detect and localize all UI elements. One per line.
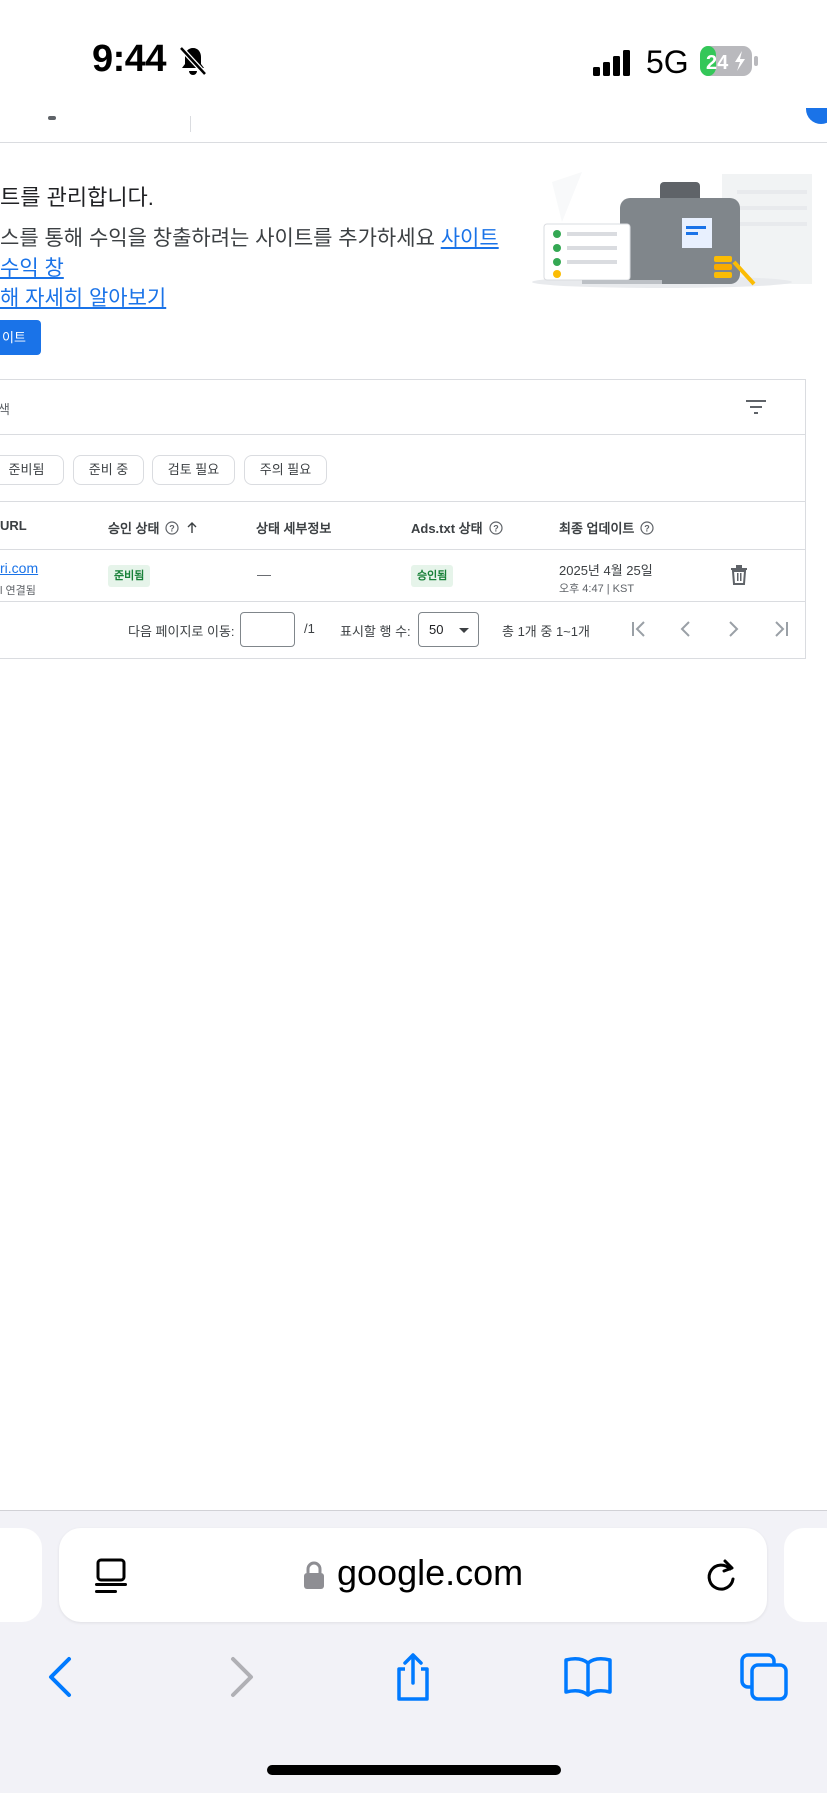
battery-level: 24 (706, 52, 729, 74)
battery-icon: 24 (700, 46, 758, 76)
col-approval-status[interactable]: 승인 상태 ? (108, 518, 199, 537)
help-icon[interactable]: ? (488, 520, 503, 535)
chip-needs-review[interactable]: 검토 필요 (152, 455, 235, 485)
share-icon[interactable] (387, 1651, 439, 1703)
reload-icon[interactable] (703, 1557, 739, 1595)
lock-icon (304, 1561, 324, 1589)
svg-text:?: ? (170, 523, 176, 533)
last-updated-time: 오후 4:47 | KST (559, 583, 635, 595)
avatar[interactable] (806, 108, 827, 124)
site-connection-status: l 연결됨 (0, 585, 36, 597)
network-label: 5G (646, 44, 689, 80)
status-time: 9:44 (92, 38, 167, 80)
first-page-icon[interactable] (628, 618, 650, 640)
address-bar[interactable]: google.com (59, 1528, 767, 1622)
col-adstxt-status[interactable]: Ads.txt 상태 ? (411, 518, 503, 537)
goto-page-input[interactable] (240, 612, 295, 647)
col-last-updated[interactable]: 최종 업데이트 ? (559, 518, 654, 537)
intro-text: 스를 통해 수익을 창출하려는 사이트를 추가하세요 (0, 227, 441, 250)
filter-icon[interactable] (745, 398, 767, 416)
page-title: 트를 관리합니다. (0, 185, 154, 210)
sites-table-card: 색 준비됨 준비 중 검토 필요 주의 필요 URL 승인 상태 ? 상태 세부… (0, 379, 806, 659)
url-text: google.com (337, 1552, 524, 1593)
table-header: URL 승인 상태 ? 상태 세부정보 Ads.txt 상태 ? 최종 업데이트… (0, 502, 805, 550)
prev-page-icon[interactable] (675, 618, 697, 640)
header-separator (190, 116, 191, 132)
table-row: ri.com l 연결됨 준비됨 — 승인됨 2025년 4월 25일 오후 4… (0, 550, 805, 602)
header-icon-remnant (48, 116, 56, 120)
svg-text:?: ? (645, 523, 651, 533)
bell-off-icon (179, 46, 207, 76)
browser-toolbar: google.com (0, 1511, 827, 1793)
col-url[interactable]: URL (0, 518, 27, 533)
chip-ready[interactable]: 준비됨 (0, 455, 64, 485)
previous-tab-preview[interactable] (0, 1528, 42, 1622)
forward-icon[interactable] (214, 1651, 266, 1703)
help-icon[interactable]: ? (640, 520, 654, 535)
site-url-link[interactable]: ri.com (0, 560, 38, 576)
last-updated-date: 2025년 4월 25일 (559, 563, 653, 578)
home-indicator (267, 1765, 561, 1775)
page-menu-icon[interactable] (93, 1557, 129, 1595)
page-total: /1 (304, 621, 315, 636)
bookmarks-icon[interactable] (562, 1651, 614, 1703)
approval-status-badge: 준비됨 (108, 565, 151, 587)
search-placeholder: 색 (0, 402, 10, 417)
new-site-button[interactable]: 이트 (0, 320, 41, 355)
header-divider (0, 142, 827, 143)
tabs-icon[interactable] (738, 1651, 790, 1703)
help-icon[interactable]: ? (165, 520, 180, 535)
rows-per-page-label: 표시할 행 수: (340, 624, 411, 639)
learn-more-link-part2[interactable]: 해 자세히 알아보기 (0, 287, 166, 310)
trash-icon[interactable] (730, 565, 748, 585)
svg-text:?: ? (493, 523, 499, 533)
status-bar: 9:44 5G 24 (0, 0, 827, 118)
sort-ascending-icon[interactable] (185, 521, 199, 535)
chip-needs-attention[interactable]: 주의 필요 (244, 455, 327, 485)
status-details-value: — (257, 566, 271, 582)
adstxt-status-badge: 승인됨 (411, 565, 454, 587)
col-status-details: 상태 세부정보 (256, 521, 332, 536)
briefcase-illustration (532, 172, 812, 288)
filter-chips: 준비됨 준비 중 검토 필요 주의 필요 (0, 435, 805, 502)
signal-icon (593, 50, 630, 76)
next-page-icon[interactable] (722, 618, 744, 640)
page-range: 총 1개 중 1~1개 (502, 624, 590, 639)
pagination: 다음 페이지로 이동: /1 표시할 행 수: 50 총 1개 중 1~1개 (0, 602, 805, 659)
search-row[interactable]: 색 (0, 380, 805, 435)
last-page-icon[interactable] (770, 618, 792, 640)
intro-description: 스를 통해 수익을 창출하려는 사이트를 추가하세요 사이트 수익 창해 자세히… (0, 224, 520, 314)
dropdown-caret-icon (459, 628, 469, 633)
rows-per-page-select[interactable]: 50 (418, 612, 479, 647)
chip-preparing[interactable]: 준비 중 (73, 455, 144, 485)
goto-page-label: 다음 페이지로 이동: (128, 624, 235, 639)
rows-per-page-value: 50 (429, 622, 444, 637)
next-tab-preview[interactable] (784, 1528, 827, 1622)
back-icon[interactable] (36, 1651, 88, 1703)
